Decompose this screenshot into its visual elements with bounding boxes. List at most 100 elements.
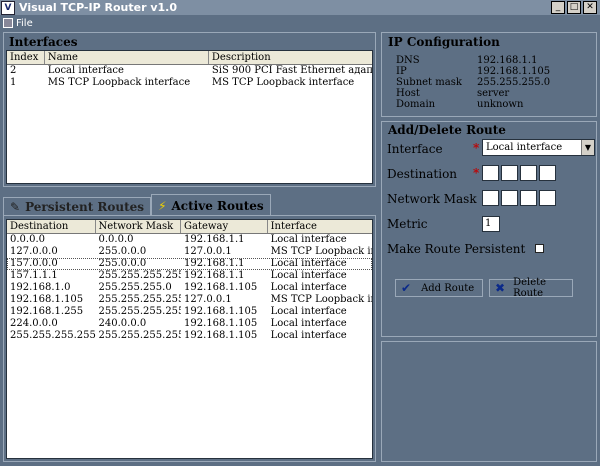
mask-octet-2[interactable]: [501, 190, 518, 206]
cell-interface: Local interface: [270, 318, 347, 329]
tab-persistent-routes[interactable]: ✎ Persistent Routes: [3, 197, 152, 216]
destination-octet-3[interactable]: [520, 165, 537, 181]
interface-required-mark: *: [473, 141, 480, 155]
title-bar: V Visual TCP-IP Router v1.0 _ □ ✕: [0, 0, 600, 16]
cell-interface: Local interface: [270, 258, 347, 269]
subnet-mask-value: 255.255.255.0: [477, 77, 551, 88]
col-index[interactable]: Index: [7, 51, 45, 64]
table-row[interactable]: 224.0.0.0 240.0.0.0 192.168.1.105 Local int…: [7, 318, 372, 330]
destination-ip-field: [482, 165, 556, 181]
cell-gateway: 127.0.0.1: [184, 246, 232, 257]
window-title: Visual TCP-IP Router v1.0: [19, 1, 177, 14]
tab-active-routes[interactable]: ⚡ Active Routes: [151, 194, 271, 216]
cell-index: 1: [10, 77, 17, 88]
routes-table[interactable]: Destination Network Mask Gateway Interfa…: [6, 219, 373, 459]
cell-gateway: 192.168.1.1: [184, 234, 245, 245]
add-route-label: Add Route: [421, 282, 475, 294]
persistent-checkbox[interactable]: [535, 244, 544, 253]
table-row[interactable]: 1 MS TCP Loopback interface MS TCP Loopb…: [7, 77, 372, 89]
interfaces-title: Interfaces: [9, 35, 78, 49]
mask-octet-1[interactable]: [482, 190, 499, 206]
cell-gateway: 192.168.1.1: [184, 258, 245, 269]
add-route-button[interactable]: ✔ Add Route: [395, 279, 483, 297]
col-interface[interactable]: Interface: [268, 220, 372, 233]
cell-gateway: 192.168.1.105: [184, 306, 258, 317]
lightning-icon: ⚡: [158, 198, 167, 213]
cell-destination: 192.168.1.0: [10, 282, 71, 293]
table-row[interactable]: 255.255.255.255 255.255.255.255 192.168.1.…: [7, 330, 372, 342]
cell-network-mask: 255.255.255.255: [98, 294, 182, 305]
cell-interface: MS TCP Loopback in...: [270, 246, 372, 257]
table-row[interactable]: 192.168.1.0 255.255.255.0 192.168.1.105 Loc…: [7, 282, 372, 294]
cell-network-mask: 255.255.255.255: [98, 306, 182, 317]
mask-octet-4[interactable]: [539, 190, 556, 206]
cell-destination: 224.0.0.0: [10, 318, 58, 329]
cell-destination: 192.168.1.255: [10, 306, 84, 317]
cell-interface: MS TCP Loopback in...: [270, 294, 372, 305]
cell-destination: 157.1.1.1: [10, 270, 58, 281]
cell-destination: 255.255.255.255: [10, 330, 96, 341]
host-value: server: [477, 88, 510, 99]
destination-octet-4[interactable]: [539, 165, 556, 181]
subnet-mask-label: Subnet mask: [396, 77, 462, 88]
cell-network-mask: 255.255.255.255: [98, 270, 182, 281]
mask-octet-3[interactable]: [520, 190, 537, 206]
table-row[interactable]: 157.1.1.1 255.255.255.255 192.168.1.1 Local…: [7, 270, 372, 282]
table-row[interactable]: 127.0.0.0 255.0.0.0 127.0.0.1 MS TCP Loopba…: [7, 246, 372, 258]
cell-destination: 192.168.1.105: [10, 294, 84, 305]
interface-select[interactable]: Local interface ▼: [482, 139, 595, 156]
tab-persistent-label: Persistent Routes: [25, 200, 145, 214]
cell-interface: Local interface: [270, 270, 347, 281]
destination-octet-2[interactable]: [501, 165, 518, 181]
maximize-button[interactable]: □: [567, 1, 581, 14]
destination-octet-1[interactable]: [482, 165, 499, 181]
chevron-down-icon[interactable]: ▼: [581, 140, 594, 155]
system-menu-icon[interactable]: [3, 18, 13, 28]
routes-header: Destination Network Mask Gateway Interfa…: [7, 220, 372, 234]
cell-gateway: 127.0.0.1: [184, 294, 232, 305]
persistent-label: Make Route Persistent: [387, 242, 526, 256]
menu-file[interactable]: File: [16, 18, 33, 29]
cell-gateway: 192.168.1.105: [184, 318, 258, 329]
metric-input[interactable]: 1: [482, 216, 500, 232]
interface-label: Interface: [387, 142, 443, 156]
col-name[interactable]: Name: [45, 51, 209, 64]
dns-value: 192.168.1.1: [477, 55, 538, 66]
tab-active-label: Active Routes: [171, 198, 264, 213]
cell-destination: 127.0.0.0: [10, 246, 58, 257]
active-routes-panel: Destination Network Mask Gateway Interfa…: [3, 215, 376, 462]
empty-panel: [381, 341, 597, 462]
table-row[interactable]: 2 Local interface SiS 900 PCI Fast Ether…: [7, 65, 372, 77]
ip-config-title: IP Configuration: [388, 35, 500, 49]
cell-gateway: 192.168.1.105: [184, 282, 258, 293]
routes-tabs: ✎ Persistent Routes ⚡ Active Routes: [3, 194, 271, 216]
cell-name: Local interface: [47, 65, 124, 76]
route-form-title: Add/Delete Route: [388, 123, 506, 137]
ip-value: 192.168.1.105: [477, 66, 551, 77]
table-row[interactable]: 192.168.1.255 255.255.255.255 192.168.1.10…: [7, 306, 372, 318]
col-network-mask[interactable]: Network Mask: [96, 220, 182, 233]
interfaces-panel: Interfaces Index Name Description 2 Loca…: [3, 32, 376, 187]
table-row[interactable]: 192.168.1.105 255.255.255.255 127.0.0.1 MS …: [7, 294, 372, 306]
destination-label: Destination: [387, 167, 458, 181]
delete-route-button[interactable]: ✖ Delete Route: [489, 277, 573, 299]
col-destination[interactable]: Destination: [7, 220, 96, 233]
col-description[interactable]: Description: [209, 51, 372, 64]
ip-configuration-panel: IP Configuration DNS 192.168.1.1 IP 192.…: [381, 32, 597, 117]
cell-destination: 0.0.0.0: [10, 234, 45, 245]
cell-name: MS TCP Loopback interface: [47, 77, 191, 88]
interfaces-table[interactable]: Index Name Description 2 Local interface…: [6, 50, 373, 184]
menu-bar: File: [0, 16, 600, 30]
cell-gateway: 192.168.1.105: [184, 330, 258, 341]
network-mask-label: Network Mask: [387, 192, 477, 206]
table-row[interactable]: 157.0.0.0 255.0.0.0 192.168.1.1 Local inter…: [7, 258, 372, 270]
minimize-button[interactable]: _: [551, 1, 565, 14]
destination-required-mark: *: [473, 166, 480, 180]
close-button[interactable]: ✕: [583, 1, 597, 14]
cell-index: 2: [10, 65, 17, 76]
table-row[interactable]: 0.0.0.0 0.0.0.0 192.168.1.1 Local interface: [7, 234, 372, 246]
col-gateway[interactable]: Gateway: [181, 220, 268, 233]
cell-network-mask: 240.0.0.0: [98, 318, 147, 329]
cell-network-mask: 255.0.0.0: [98, 258, 147, 269]
dns-label: DNS: [396, 55, 420, 66]
